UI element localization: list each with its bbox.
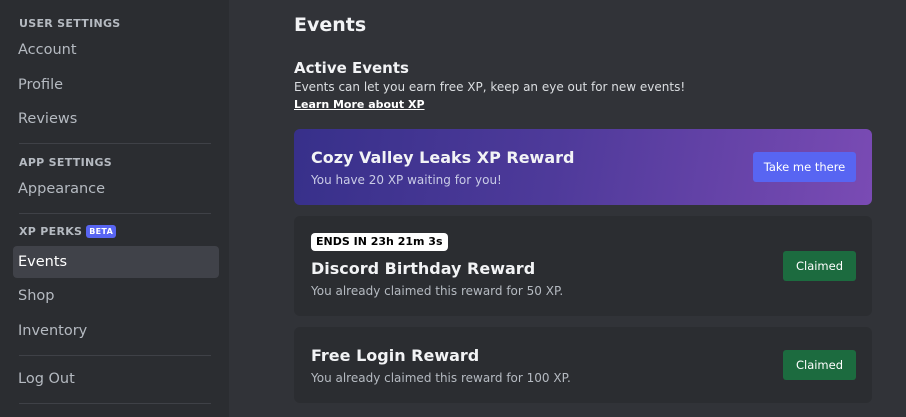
event-card-title: Cozy Valley Leaks XP Reward (311, 148, 575, 167)
event-card-title: Free Login Reward (311, 346, 480, 365)
user-settings-header: USER SETTINGS (19, 17, 121, 30)
sidebar-item-log-out[interactable]: Log Out (13, 363, 219, 395)
claimed-button[interactable]: Claimed (783, 251, 856, 281)
page-title: Events (294, 14, 367, 36)
sidebar-item-shop[interactable]: Shop (13, 280, 219, 312)
xp-perks-header: XP PERKS BETA (19, 225, 117, 238)
event-card-subtitle: You already claimed this reward for 100 … (311, 371, 571, 385)
sidebar-divider (19, 355, 211, 356)
app-settings-header: APP SETTINGS (19, 156, 112, 169)
events-page: Events Active Events Events can let you … (229, 0, 906, 417)
event-card-subtitle: You have 20 XP waiting for you! (311, 173, 502, 187)
active-events-title: Active Events (294, 59, 409, 77)
event-card-discord-birthday: ENDS IN 23h 21m 3s Discord Birthday Rewa… (294, 216, 872, 316)
event-card-free-login: Free Login Reward You already claimed th… (294, 327, 872, 403)
beta-badge: BETA (86, 225, 117, 238)
sidebar-item-profile[interactable]: Profile (13, 69, 219, 101)
learn-more-link[interactable]: Learn More about XP (294, 98, 425, 111)
settings-sidebar: USER SETTINGS Account Profile Reviews AP… (0, 0, 229, 417)
xp-perks-header-label: XP PERKS (19, 225, 83, 238)
claimed-button[interactable]: Claimed (783, 350, 856, 380)
active-events-description: Events can let you earn free XP, keep an… (294, 80, 686, 94)
sidebar-item-reviews[interactable]: Reviews (13, 103, 219, 135)
sidebar-divider (19, 143, 211, 144)
sidebar-divider (19, 403, 211, 404)
event-card-subtitle: You already claimed this reward for 50 X… (311, 284, 564, 298)
app-settings-header-label: APP SETTINGS (19, 156, 113, 169)
event-card-cozy-valley: Cozy Valley Leaks XP Reward You have 20 … (294, 129, 872, 205)
sidebar-divider (19, 213, 211, 214)
sidebar-item-account[interactable]: Account (13, 34, 219, 66)
sidebar-item-appearance[interactable]: Appearance (13, 173, 219, 205)
event-card-title: Discord Birthday Reward (311, 259, 536, 278)
user-settings-header-label: USER SETTINGS (19, 17, 121, 30)
take-me-there-button[interactable]: Take me there (753, 152, 856, 182)
sidebar-item-events[interactable]: Events (13, 246, 219, 278)
ends-in-badge: ENDS IN 23h 21m 3s (311, 233, 448, 251)
sidebar-item-inventory[interactable]: Inventory (13, 315, 219, 347)
